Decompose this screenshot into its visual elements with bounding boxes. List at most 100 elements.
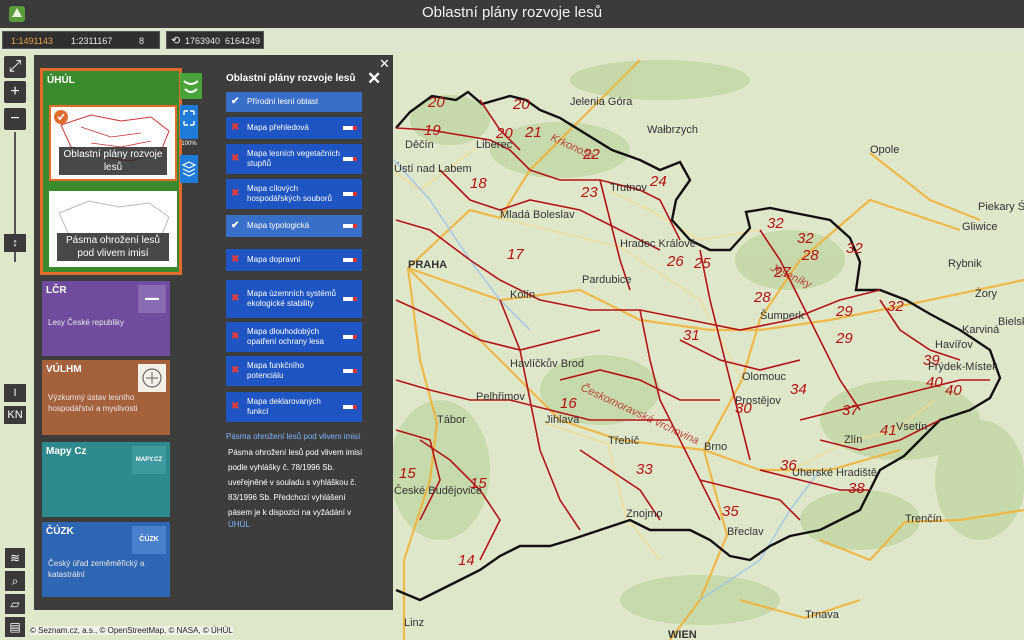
tile-name: ČÚZK bbox=[46, 526, 74, 537]
place-label: Prostějov bbox=[735, 395, 781, 407]
unchecked-icon[interactable]: ✖ bbox=[231, 123, 239, 133]
checkmark-icon[interactable]: ✔ bbox=[231, 221, 239, 231]
place-label: Vsetín bbox=[896, 421, 927, 433]
unchecked-icon[interactable]: ✖ bbox=[231, 255, 239, 265]
unchecked-icon[interactable]: ✖ bbox=[231, 332, 239, 342]
catalog-tile-cuzk[interactable]: ČÚZK Český úřad zeměměřický a katastráln… bbox=[42, 522, 170, 597]
layer-label: Mapa deklarovaných funkcí bbox=[247, 397, 321, 416]
region-number: 19 bbox=[424, 122, 441, 139]
catalog-tile-lcr[interactable]: LČR Lesy České republiky ▬▬ bbox=[42, 281, 170, 356]
place-label: Pardubice bbox=[582, 274, 632, 286]
expand-button[interactable]: ↕ bbox=[4, 234, 26, 252]
place-label: Uherské Hradiště bbox=[792, 467, 877, 479]
layer-item[interactable]: ✖ Mapa územních systémů ekologické stabil… bbox=[226, 280, 362, 318]
layers-title: Oblastní plány rozvoje lesů bbox=[226, 73, 356, 84]
layer-item[interactable]: ✖ Mapa lesních vegetačních stupňů bbox=[226, 144, 362, 174]
catalog-tile-uhul[interactable]: ÚHÚL Oblastní plány rozvoje lesů Pásma o… bbox=[40, 68, 202, 275]
layer-item[interactable]: ✖ Mapa dopravní bbox=[226, 249, 362, 271]
side-panel: ✕ ÚHÚL Oblastní plány rozvoje lesů Pásma… bbox=[34, 55, 393, 610]
place-label: Wałbrzych bbox=[647, 124, 698, 136]
place-label: Děčín bbox=[405, 139, 434, 151]
place-label: WIEN bbox=[668, 629, 697, 640]
unchecked-icon[interactable]: ✖ bbox=[231, 402, 239, 412]
place-label: Kolín bbox=[510, 289, 535, 301]
zoom-out-button[interactable]: − bbox=[4, 108, 26, 130]
place-label: Linz bbox=[404, 617, 424, 629]
layers-icon[interactable]: ≋ bbox=[5, 548, 25, 568]
mode-i-button[interactable]: I bbox=[4, 384, 26, 402]
region-number: 20 bbox=[427, 94, 445, 111]
search-icon[interactable]: ⌕ bbox=[5, 571, 25, 591]
layer-item[interactable]: ✖ Mapa dlouhodobých opatření ochrany lesa bbox=[226, 322, 362, 352]
mapy-logo-icon: MAPY.CZ bbox=[132, 446, 166, 474]
checkmark-icon[interactable]: ✔ bbox=[231, 97, 239, 107]
tile-name: Mapy Cz bbox=[46, 446, 87, 457]
place-label: Zlín bbox=[844, 434, 862, 446]
layer-label: Mapa lesních vegetačních stupňů bbox=[247, 149, 340, 168]
layer-item[interactable]: ✖ Mapa cílových hospodářských souborů bbox=[226, 179, 362, 209]
place-label: Żory bbox=[975, 287, 998, 300]
catalog-tile-mapy[interactable]: Mapy Cz MAPY.CZ bbox=[42, 442, 170, 517]
place-label: Piekary Śl. bbox=[978, 200, 1024, 213]
sync-icon[interactable]: ⟲ bbox=[171, 32, 180, 50]
region-number: 40 bbox=[926, 374, 943, 391]
region-number: 32 bbox=[887, 298, 904, 315]
tile-desc: Výzkumný ústav lesního hospodářství a my… bbox=[48, 393, 138, 413]
layer-item[interactable]: ✔ Přírodní lesní oblast bbox=[226, 92, 362, 112]
place-label: Olomouc bbox=[742, 371, 787, 383]
coord-x: 1763940 bbox=[185, 36, 221, 46]
layers-close-icon[interactable]: ✕ bbox=[367, 69, 381, 89]
coordinate-bar: 1:1491143 1:2311167 8 ⟲ 1763940 6164249 bbox=[0, 28, 1024, 52]
zoom-to-extent-icon[interactable] bbox=[180, 105, 198, 139]
opacity-slider-icon[interactable] bbox=[343, 192, 357, 196]
pasmo-link[interactable]: Pásma ohrožení lesů pod vlivem imisí bbox=[226, 432, 360, 441]
thumbnail-pasma[interactable]: Pásma ohrožení lesů pod vlivem imisí bbox=[49, 191, 177, 267]
unchecked-icon[interactable]: ✖ bbox=[231, 154, 239, 164]
ruler-icon[interactable]: ▱ bbox=[5, 594, 25, 614]
layer-label: Mapa dlouhodobých opatření ochrany lesa bbox=[247, 327, 324, 346]
region-number: 41 bbox=[880, 422, 897, 439]
layer-item[interactable]: ✖ Mapa přehledová bbox=[226, 117, 362, 139]
place-label: Pelhřimov bbox=[476, 391, 525, 403]
region-number: 15 bbox=[399, 465, 416, 482]
thumbnail-caption-pasma: Pásma ohrožení lesů pod vlivem imisí bbox=[57, 233, 169, 261]
unchecked-icon[interactable]: ✖ bbox=[231, 189, 239, 199]
region-number: 17 bbox=[507, 246, 524, 263]
fullscreen-button[interactable]: ⤢ bbox=[4, 56, 26, 78]
layer-item[interactable]: ✔ Mapa typologická bbox=[226, 215, 362, 237]
place-label: Opole bbox=[870, 144, 899, 156]
opacity-slider-icon[interactable] bbox=[343, 258, 357, 262]
tile-name: ÚHÚL bbox=[47, 75, 75, 86]
opacity-slider-icon[interactable] bbox=[343, 335, 357, 339]
opacity-slider-icon[interactable] bbox=[343, 126, 357, 130]
scale-value-2: 1:2311167 bbox=[71, 36, 113, 46]
place-label: Mladá Boleslav bbox=[500, 209, 575, 221]
layer-item[interactable]: ✖ Mapa funkčního potenciálu bbox=[226, 356, 362, 386]
place-label: Šumperk bbox=[760, 309, 805, 322]
layer-item[interactable]: ✖ Mapa deklarovaných funkcí bbox=[226, 392, 362, 422]
place-label: Břeclav bbox=[727, 526, 764, 538]
catalog-tile-vulhm[interactable]: VÚLHM Výzkumný ústav lesního hospodářstv… bbox=[42, 360, 170, 435]
region-number: 32 bbox=[846, 240, 863, 257]
thumbnail-oprl[interactable]: Oblastní plány rozvoje lesů bbox=[49, 105, 177, 181]
zoom-level: 8 bbox=[139, 36, 145, 46]
print-icon[interactable]: ▤ bbox=[5, 617, 25, 637]
opacity-slider-icon[interactable] bbox=[343, 405, 357, 409]
opacity-slider-icon[interactable] bbox=[343, 224, 357, 228]
zoom-in-button[interactable]: + bbox=[4, 81, 26, 103]
pasmo-more-link[interactable]: ÚHÚL bbox=[228, 520, 250, 529]
lcr-logo-icon: ▬▬ bbox=[138, 285, 166, 313]
place-label: Trnava bbox=[805, 609, 840, 621]
region-number: 34 bbox=[790, 381, 807, 398]
layer-stack-icon[interactable] bbox=[180, 155, 198, 183]
unchecked-icon[interactable]: ✖ bbox=[231, 294, 239, 304]
opacity-slider-icon[interactable] bbox=[343, 297, 357, 301]
opacity-slider-icon[interactable] bbox=[343, 369, 357, 373]
layer-label: Mapa funkčního potenciálu bbox=[247, 361, 304, 380]
opacity-slider-icon[interactable] bbox=[343, 157, 357, 161]
unchecked-icon[interactable]: ✖ bbox=[231, 366, 239, 376]
mode-kn-button[interactable]: KN bbox=[4, 406, 26, 424]
place-label: Frýdek-Místek bbox=[928, 361, 998, 373]
title-bar: Oblastní plány rozvoje lesů bbox=[0, 0, 1024, 28]
opacity-percent: 100% bbox=[181, 141, 197, 147]
